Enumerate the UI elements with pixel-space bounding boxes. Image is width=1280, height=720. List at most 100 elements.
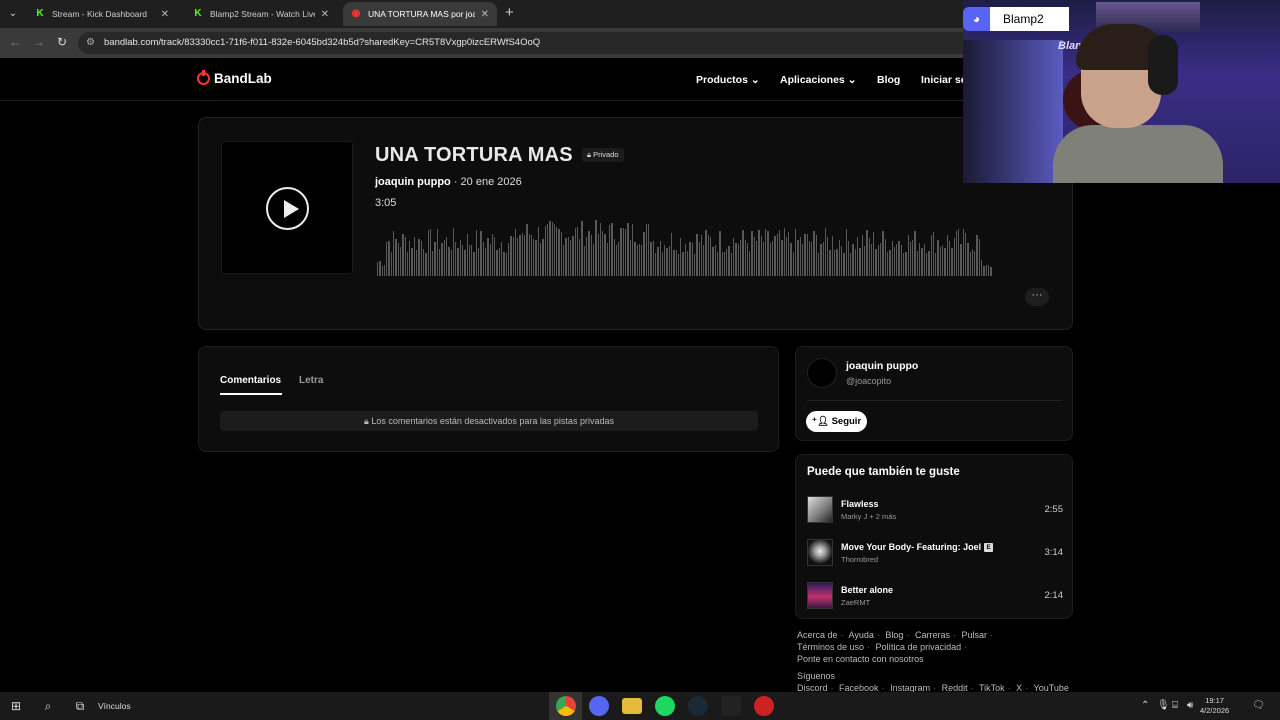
chrome-icon[interactable] [556, 696, 576, 716]
waveform-bar [891, 241, 893, 276]
kick-icon: K [194, 8, 202, 19]
bandlab-logo-icon [197, 70, 210, 85]
footer-link[interactable]: Términos de uso [797, 642, 864, 652]
waveform-bar [422, 249, 425, 276]
waveform-bar [776, 234, 778, 276]
tab-letra[interactable]: Letra [299, 375, 323, 386]
waveform-bar [854, 249, 857, 276]
close-tab-icon[interactable]: ✕ [321, 9, 329, 20]
waveform-bar [840, 246, 843, 276]
tab-title: Stream - Kick Dashboard [52, 9, 147, 19]
footer-link[interactable]: Ayuda [849, 630, 874, 640]
system-clock[interactable]: 19:17 4/2/2026 [1200, 696, 1229, 716]
windows-start-icon[interactable]: ⊞ [6, 692, 26, 720]
waveform-bar [687, 251, 689, 276]
play-button[interactable] [266, 187, 309, 230]
reload-icon[interactable]: ↻ [57, 35, 67, 49]
site-info-icon[interactable]: ⚙ [86, 32, 95, 54]
footer-link[interactable]: Pulsar [961, 630, 987, 640]
bandlab-logo[interactable]: BandLab [197, 70, 272, 86]
footer-link[interactable]: Blog [885, 630, 903, 640]
menu-productos[interactable]: Productos ⌄ [696, 74, 760, 86]
footer-contact-link[interactable]: Ponte en contacto con nosotros [797, 654, 924, 664]
comments-disabled-notice: 🔒︎ Los comentarios están desactivados pa… [220, 411, 758, 431]
waveform-bar [804, 234, 806, 276]
task-view-icon[interactable]: ⧉ [70, 692, 90, 720]
waveform-bar [735, 243, 737, 276]
epic-games-icon[interactable] [721, 696, 741, 716]
follow-button[interactable]: ⁺👤︎ Seguir [806, 411, 867, 432]
tab-kick-dashboard[interactable]: K Stream - Kick Dashboard ✕ [27, 2, 177, 26]
waveform-bar [932, 232, 935, 276]
waveform-bar [907, 235, 909, 276]
tab-comentarios[interactable]: Comentarios [220, 375, 281, 386]
menu-aplicaciones[interactable]: Aplicaciones ⌄ [780, 74, 857, 86]
menu-blog[interactable]: Blog [877, 74, 900, 86]
tab-blamp2-stream[interactable]: K Blamp2 Stream - Watch Live on ✕ [185, 2, 337, 26]
waveform-bar [733, 238, 735, 276]
waveform-bar [478, 248, 480, 276]
tab-bandlab-track[interactable]: ◉ UNA TORTURA MAS por joaquin ✕ [343, 2, 497, 26]
waveform-bar [634, 242, 636, 276]
list-item[interactable]: Better alone ZaeRMT 2:14 [807, 582, 1063, 610]
waveform-bar [487, 238, 489, 276]
network-icon[interactable]: ⌸ [1172, 692, 1178, 720]
waveform-bar [744, 240, 746, 276]
footer-link[interactable]: Política de privacidad [876, 642, 962, 652]
waveform-bar [459, 240, 461, 276]
waveform-bar [611, 223, 613, 276]
recommendations-heading: Puede que también te guste [807, 466, 960, 478]
links-toolbar[interactable]: Vínculos [98, 692, 131, 720]
waveform-bar [675, 250, 677, 276]
waveform-bar [556, 227, 558, 276]
waveform-bar [983, 266, 985, 276]
list-item[interactable]: Move Your Body- Featuring: Joel E Thorrob… [807, 539, 1063, 567]
close-tab-icon[interactable]: ✕ [161, 9, 169, 20]
new-tab-button[interactable]: + [505, 4, 514, 21]
microphone-icon[interactable]: 🎙︎ [1157, 692, 1170, 720]
waveform-bar [613, 239, 615, 276]
waveform-bar [413, 237, 416, 276]
discord-taskbar-icon[interactable] [589, 696, 609, 716]
waveform-bar [448, 247, 450, 276]
menu-login[interactable]: Iniciar se [921, 74, 967, 86]
footer-link[interactable]: Carreras [915, 630, 950, 640]
waveform-bar [893, 247, 896, 276]
waveform[interactable] [377, 212, 1051, 276]
waveform-bar [774, 236, 776, 276]
waveform-bar [847, 241, 850, 276]
obs-icon[interactable] [754, 696, 774, 716]
waveform-bar [537, 227, 540, 276]
back-arrow-icon[interactable]: ← [9, 35, 21, 49]
close-tab-icon[interactable]: ✕ [481, 9, 489, 20]
search-icon[interactable]: ⌕ [38, 692, 58, 720]
clock-time: 19:17 [1205, 696, 1224, 705]
waveform-bar [916, 251, 919, 276]
waveform-bar [684, 244, 687, 276]
clock-date: 4/2/2026 [1200, 706, 1230, 715]
waveform-bar [827, 237, 829, 276]
waveform-bar [597, 234, 599, 276]
volume-icon[interactable]: 🔊︎ [1187, 692, 1193, 720]
waveform-bar [581, 221, 583, 276]
tab-search-chevron-icon[interactable]: ⌄ [4, 5, 22, 23]
footer-link[interactable]: Acerca de [797, 630, 838, 640]
waveform-bar [576, 227, 579, 276]
url-input[interactable]: ⚙ bandlab.com/track/83330cc1-71f6-f011-8… [78, 32, 1078, 54]
waveform-bar [530, 235, 533, 276]
waveform-bar [939, 247, 942, 276]
spotify-icon[interactable] [655, 696, 675, 716]
waveform-bar [850, 253, 852, 276]
profile-name[interactable]: joaquin puppo [846, 360, 918, 372]
waveform-bar [889, 250, 891, 276]
list-item[interactable]: Flawless Marky J + 2 más 2:55 [807, 496, 1063, 524]
avatar[interactable] [807, 358, 837, 388]
steam-icon[interactable] [688, 696, 708, 716]
more-options-button[interactable]: ··· [1025, 288, 1049, 306]
forward-arrow-icon[interactable]: → [33, 35, 45, 49]
waveform-bar [928, 251, 930, 276]
notifications-icon[interactable]: 🗨︎ [1252, 692, 1265, 720]
file-explorer-icon[interactable] [622, 698, 642, 714]
chevron-up-icon[interactable]: ⌃ [1141, 692, 1149, 720]
artist-link[interactable]: joaquin puppo [375, 176, 451, 188]
